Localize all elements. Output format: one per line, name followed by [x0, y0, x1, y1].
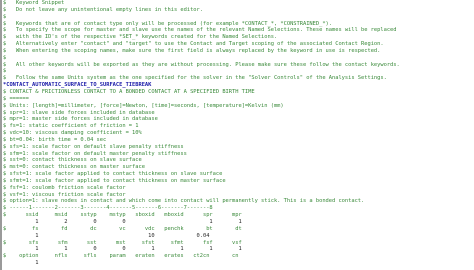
editor-line-15[interactable]: $ ====== — [3, 96, 474, 103]
editor-line-19[interactable]: $ fs=1: static coefficient of friction =… — [3, 123, 474, 130]
editor-line-25[interactable]: $ mst=0: contact thickness on master sur… — [3, 164, 474, 171]
editor-line-14[interactable]: $ CONTACT & FRICTIONLESS CONTACT TO A BO… — [3, 89, 474, 96]
editor-line-23[interactable]: $ sfm=1: scale factor on default master … — [3, 151, 474, 158]
editor-line-31[interactable]: $ ------1-------2-------3-------4-------… — [3, 205, 474, 212]
editor-line-11[interactable]: $ — [3, 68, 474, 75]
editor-line-10[interactable]: $ All other keywords will be exported as… — [3, 62, 474, 69]
keyword-snippet-editor[interactable]: $ Keyword Snippet $ Do not leave any unin… — [0, 0, 474, 270]
editor-line-5[interactable]: $ To specify the scope for master and sl… — [3, 27, 474, 34]
editor-line-13[interactable]: *CONTACT_AUTOMATIC_SURFACE_TO_SURFACE_TI… — [3, 82, 474, 89]
editor-line-38[interactable]: $ option nfls sfls param eraten erates c… — [3, 253, 474, 260]
editor-line-27[interactable]: $ sfmt=1: scale factor applied to contac… — [3, 178, 474, 185]
editor-line-17[interactable]: $ spr=1: slave side forces included in d… — [3, 110, 474, 117]
editor-line-3[interactable]: $ — [3, 14, 474, 21]
editor-line-18[interactable]: $ mpr=1: master side forces included in … — [3, 116, 474, 123]
editor-line-32[interactable]: $ ssid msid sstyp mstyp sboxid mboxid sp… — [3, 212, 474, 219]
editor-line-7[interactable]: $ Alternatively enter "contact" and "tar… — [3, 41, 474, 48]
editor-line-9[interactable]: $ — [3, 55, 474, 62]
editor-gutter — [0, 0, 2, 270]
editor-line-12[interactable]: $ Follow the same Units system as the on… — [3, 75, 474, 82]
editor-line-16[interactable]: $ Units: [length]=millimeter, [force]=Ne… — [3, 103, 474, 110]
editor-line-33[interactable]: 1 2 0 0 1 1 — [3, 219, 474, 226]
editor-line-20[interactable]: $ vdc=10: viscous damping coefficient = … — [3, 130, 474, 137]
editor-line-37[interactable]: 1 1 0 0 1 1 1 1 — [3, 246, 474, 253]
editor-line-36[interactable]: $ sfs sfm sst mst sfst sfmt fsf vsf — [3, 240, 474, 247]
editor-line-21[interactable]: $ bt=0.04: birth time = 0.04 sec — [3, 137, 474, 144]
editor-line-24[interactable]: $ sst=0: contact thickness on slave surf… — [3, 157, 474, 164]
editor-line-6[interactable]: $ with the ID's of the respective *SET_*… — [3, 34, 474, 41]
editor-line-26[interactable]: $ sfst=1: scale factor applied to contac… — [3, 171, 474, 178]
editor-line-30[interactable]: $ option=1: slave nodes in contact and w… — [3, 198, 474, 205]
editor-line-22[interactable]: $ sfs=1: scale factor on default slave p… — [3, 144, 474, 151]
editor-line-28[interactable]: $ fsf=1: coulomb friction scale factor — [3, 185, 474, 192]
editor-line-8[interactable]: $ When entering the scoping names, make … — [3, 48, 474, 55]
editor-line-2[interactable]: $ Do not leave any unintentional empty l… — [3, 7, 474, 14]
editor-line-29[interactable]: $ vsf=1: viscous friction scale factor — [3, 192, 474, 199]
editor-line-34[interactable]: $ fs fd dc vc vdc penchk bt dt — [3, 226, 474, 233]
editor-line-39[interactable]: 1 — [3, 260, 474, 267]
editor-lines[interactable]: $ Keyword Snippet $ Do not leave any unin… — [3, 0, 474, 267]
editor-line-1[interactable]: $ Keyword Snippet — [3, 0, 474, 7]
editor-line-4[interactable]: $ Keywords that are of contact type only… — [3, 21, 474, 28]
editor-line-35[interactable]: 1 10 0.04 — [3, 233, 474, 240]
